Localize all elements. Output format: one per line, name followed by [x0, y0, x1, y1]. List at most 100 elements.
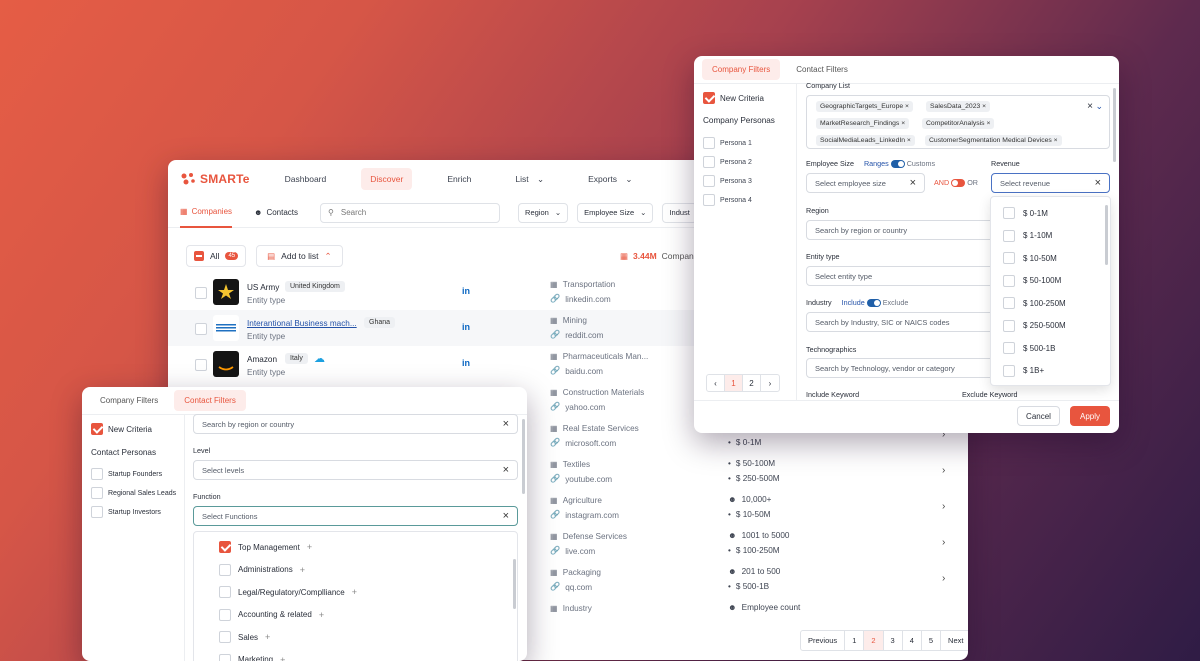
- nav-dashboard[interactable]: Dashboard: [276, 168, 336, 190]
- new-criteria[interactable]: New Criteria: [703, 92, 764, 104]
- tab-company-filters[interactable]: Company Filters: [702, 59, 781, 80]
- apply-button[interactable]: Apply: [1070, 406, 1110, 426]
- tab-contact-filters[interactable]: Contact Filters: [174, 390, 246, 411]
- close-icon[interactable]: ×: [907, 137, 911, 144]
- page-1[interactable]: 1: [845, 631, 865, 650]
- industry-filter[interactable]: Indust: [662, 202, 697, 223]
- chevron-right-icon[interactable]: ›: [942, 573, 945, 584]
- close-icon[interactable]: ×: [982, 103, 986, 110]
- chip[interactable]: GeographicTargets_Europe ×: [816, 101, 914, 112]
- search-input[interactable]: ⚲ Search: [320, 202, 501, 223]
- function-option[interactable]: Administrations +: [219, 563, 305, 576]
- revenue-option[interactable]: $ 500-1B: [1003, 342, 1055, 354]
- persona-item[interactable]: Startup Investors: [91, 506, 161, 518]
- plus-icon[interactable]: +: [265, 632, 270, 642]
- chip[interactable]: SalesData_2023 ×: [926, 101, 991, 112]
- technographics-input[interactable]: Search by Technology, vendor or category: [806, 358, 996, 378]
- domain-cell[interactable]: 🔗 microsoft.com: [550, 438, 616, 448]
- company-name[interactable]: US Army: [247, 283, 279, 292]
- company-name[interactable]: Amazon: [247, 355, 277, 364]
- persona-item[interactable]: Persona 3: [703, 175, 752, 187]
- revenue-option[interactable]: $ 10-50M: [1003, 252, 1057, 264]
- salesforce-icon[interactable]: ☁: [314, 352, 325, 365]
- close-icon[interactable]: ×: [503, 464, 509, 476]
- function-option[interactable]: Marketing +: [219, 653, 285, 661]
- company-list-select[interactable]: GeographicTargets_Europe × SalesData_202…: [806, 95, 1110, 149]
- plus-icon[interactable]: +: [307, 542, 312, 552]
- nav-list[interactable]: List ⌄: [506, 168, 553, 191]
- revenue-option[interactable]: $ 0-1M: [1003, 207, 1048, 219]
- nav-discover[interactable]: Discover: [361, 168, 413, 190]
- region-input[interactable]: Search by region or country ×: [193, 414, 518, 434]
- revenue-select[interactable]: Select revenue ×: [991, 173, 1110, 193]
- plus-icon[interactable]: +: [352, 587, 357, 597]
- entity-type-select[interactable]: Select entity type: [806, 266, 996, 286]
- employee-size-filter[interactable]: Employee Size ⌄: [577, 202, 654, 223]
- previous-page[interactable]: Previous: [801, 631, 846, 650]
- nav-enrich[interactable]: Enrich: [438, 168, 480, 190]
- persona-item[interactable]: Persona 4: [703, 194, 752, 206]
- revenue-option[interactable]: $ 100-250M: [1003, 297, 1066, 309]
- chip[interactable]: CompetitorAnalysis ×: [922, 118, 995, 129]
- add-to-list-button[interactable]: ▤ Add to list ⌃: [256, 245, 343, 267]
- company-name[interactable]: Interantional Business mach...: [247, 319, 357, 328]
- linkedin-icon[interactable]: in: [462, 322, 470, 332]
- scrollbar[interactable]: [1105, 205, 1108, 265]
- persona-item[interactable]: Regional Sales Leads: [91, 487, 176, 499]
- close-icon[interactable]: ×: [503, 510, 509, 522]
- plus-icon[interactable]: +: [319, 610, 324, 620]
- domain-cell[interactable]: 🔗 reddit.com: [550, 330, 603, 340]
- page-2[interactable]: 2: [864, 631, 884, 650]
- domain-cell[interactable]: 🔗 qq.com: [550, 582, 592, 592]
- clear-icon[interactable]: ×: [1087, 101, 1093, 112]
- function-option[interactable]: Top Management +: [219, 541, 312, 553]
- page-3[interactable]: 3: [884, 631, 903, 650]
- row-checkbox[interactable]: [195, 323, 207, 335]
- domain-cell[interactable]: 🔗 baidu.com: [550, 366, 603, 376]
- tab-company-filters[interactable]: Company Filters: [90, 390, 168, 411]
- domain-cell[interactable]: 🔗 live.com: [550, 546, 595, 556]
- revenue-option[interactable]: $ 250-500M: [1003, 319, 1066, 332]
- revenue-option[interactable]: $ 50-100M: [1003, 274, 1061, 287]
- include-toggle[interactable]: [866, 299, 881, 308]
- select-all[interactable]: All 45: [186, 245, 247, 267]
- function-select[interactable]: Select Functions ×: [193, 506, 518, 526]
- domain-cell[interactable]: 🔗 yahoo.com: [550, 402, 605, 412]
- revenue-option[interactable]: $ 1B+: [1003, 364, 1044, 377]
- row-checkbox[interactable]: [195, 359, 207, 371]
- cancel-button[interactable]: Cancel: [1017, 406, 1060, 426]
- scrollbar[interactable]: [513, 559, 516, 609]
- smarte-logo[interactable]: SMARTe: [180, 172, 250, 186]
- region-filter[interactable]: Region ⌄: [518, 202, 569, 223]
- close-icon[interactable]: ×: [986, 120, 990, 127]
- chip[interactable]: MarketResearch_Findings ×: [816, 118, 910, 129]
- revenue-option[interactable]: $ 1-10M: [1003, 229, 1052, 242]
- next-page[interactable]: Next: [941, 631, 968, 650]
- next-icon[interactable]: ›: [761, 375, 779, 391]
- persona-item[interactable]: Persona 1: [703, 137, 752, 149]
- persona-item[interactable]: Persona 2: [703, 156, 752, 168]
- plus-icon[interactable]: +: [300, 565, 305, 575]
- page-1[interactable]: 1: [725, 375, 743, 391]
- tab-companies[interactable]: ▦ Companies: [180, 198, 233, 228]
- scrollbar[interactable]: [522, 419, 525, 494]
- function-option[interactable]: Legal/Regulatory/Complliance +: [219, 586, 357, 598]
- chip[interactable]: SocialMediaLeads_LinkedIn ×: [816, 135, 915, 146]
- tab-contacts[interactable]: ☻ Contacts: [254, 198, 298, 228]
- chip[interactable]: CustomerSegmentation Medical Devices ×: [925, 135, 1062, 146]
- and-or-toggle[interactable]: [951, 179, 966, 188]
- chevron-down-icon[interactable]: ⌄: [1095, 101, 1103, 112]
- new-criteria[interactable]: New Criteria: [91, 423, 152, 435]
- domain-cell[interactable]: 🔗 youtube.com: [550, 474, 612, 484]
- close-icon[interactable]: ×: [1095, 177, 1101, 189]
- page-4[interactable]: 4: [903, 631, 922, 650]
- linkedin-icon[interactable]: in: [462, 286, 470, 296]
- region-input[interactable]: Search by region or country: [806, 220, 996, 240]
- industry-input[interactable]: Search by Industry, SIC or NAICS codes: [806, 312, 996, 332]
- close-icon[interactable]: ×: [1054, 137, 1058, 144]
- level-select[interactable]: Select levels ×: [193, 460, 518, 480]
- close-icon[interactable]: ×: [910, 177, 916, 189]
- domain-cell[interactable]: 🔗 linkedin.com: [550, 294, 611, 304]
- function-option[interactable]: Sales +: [219, 631, 270, 643]
- domain-cell[interactable]: 🔗 instagram.com: [550, 510, 619, 520]
